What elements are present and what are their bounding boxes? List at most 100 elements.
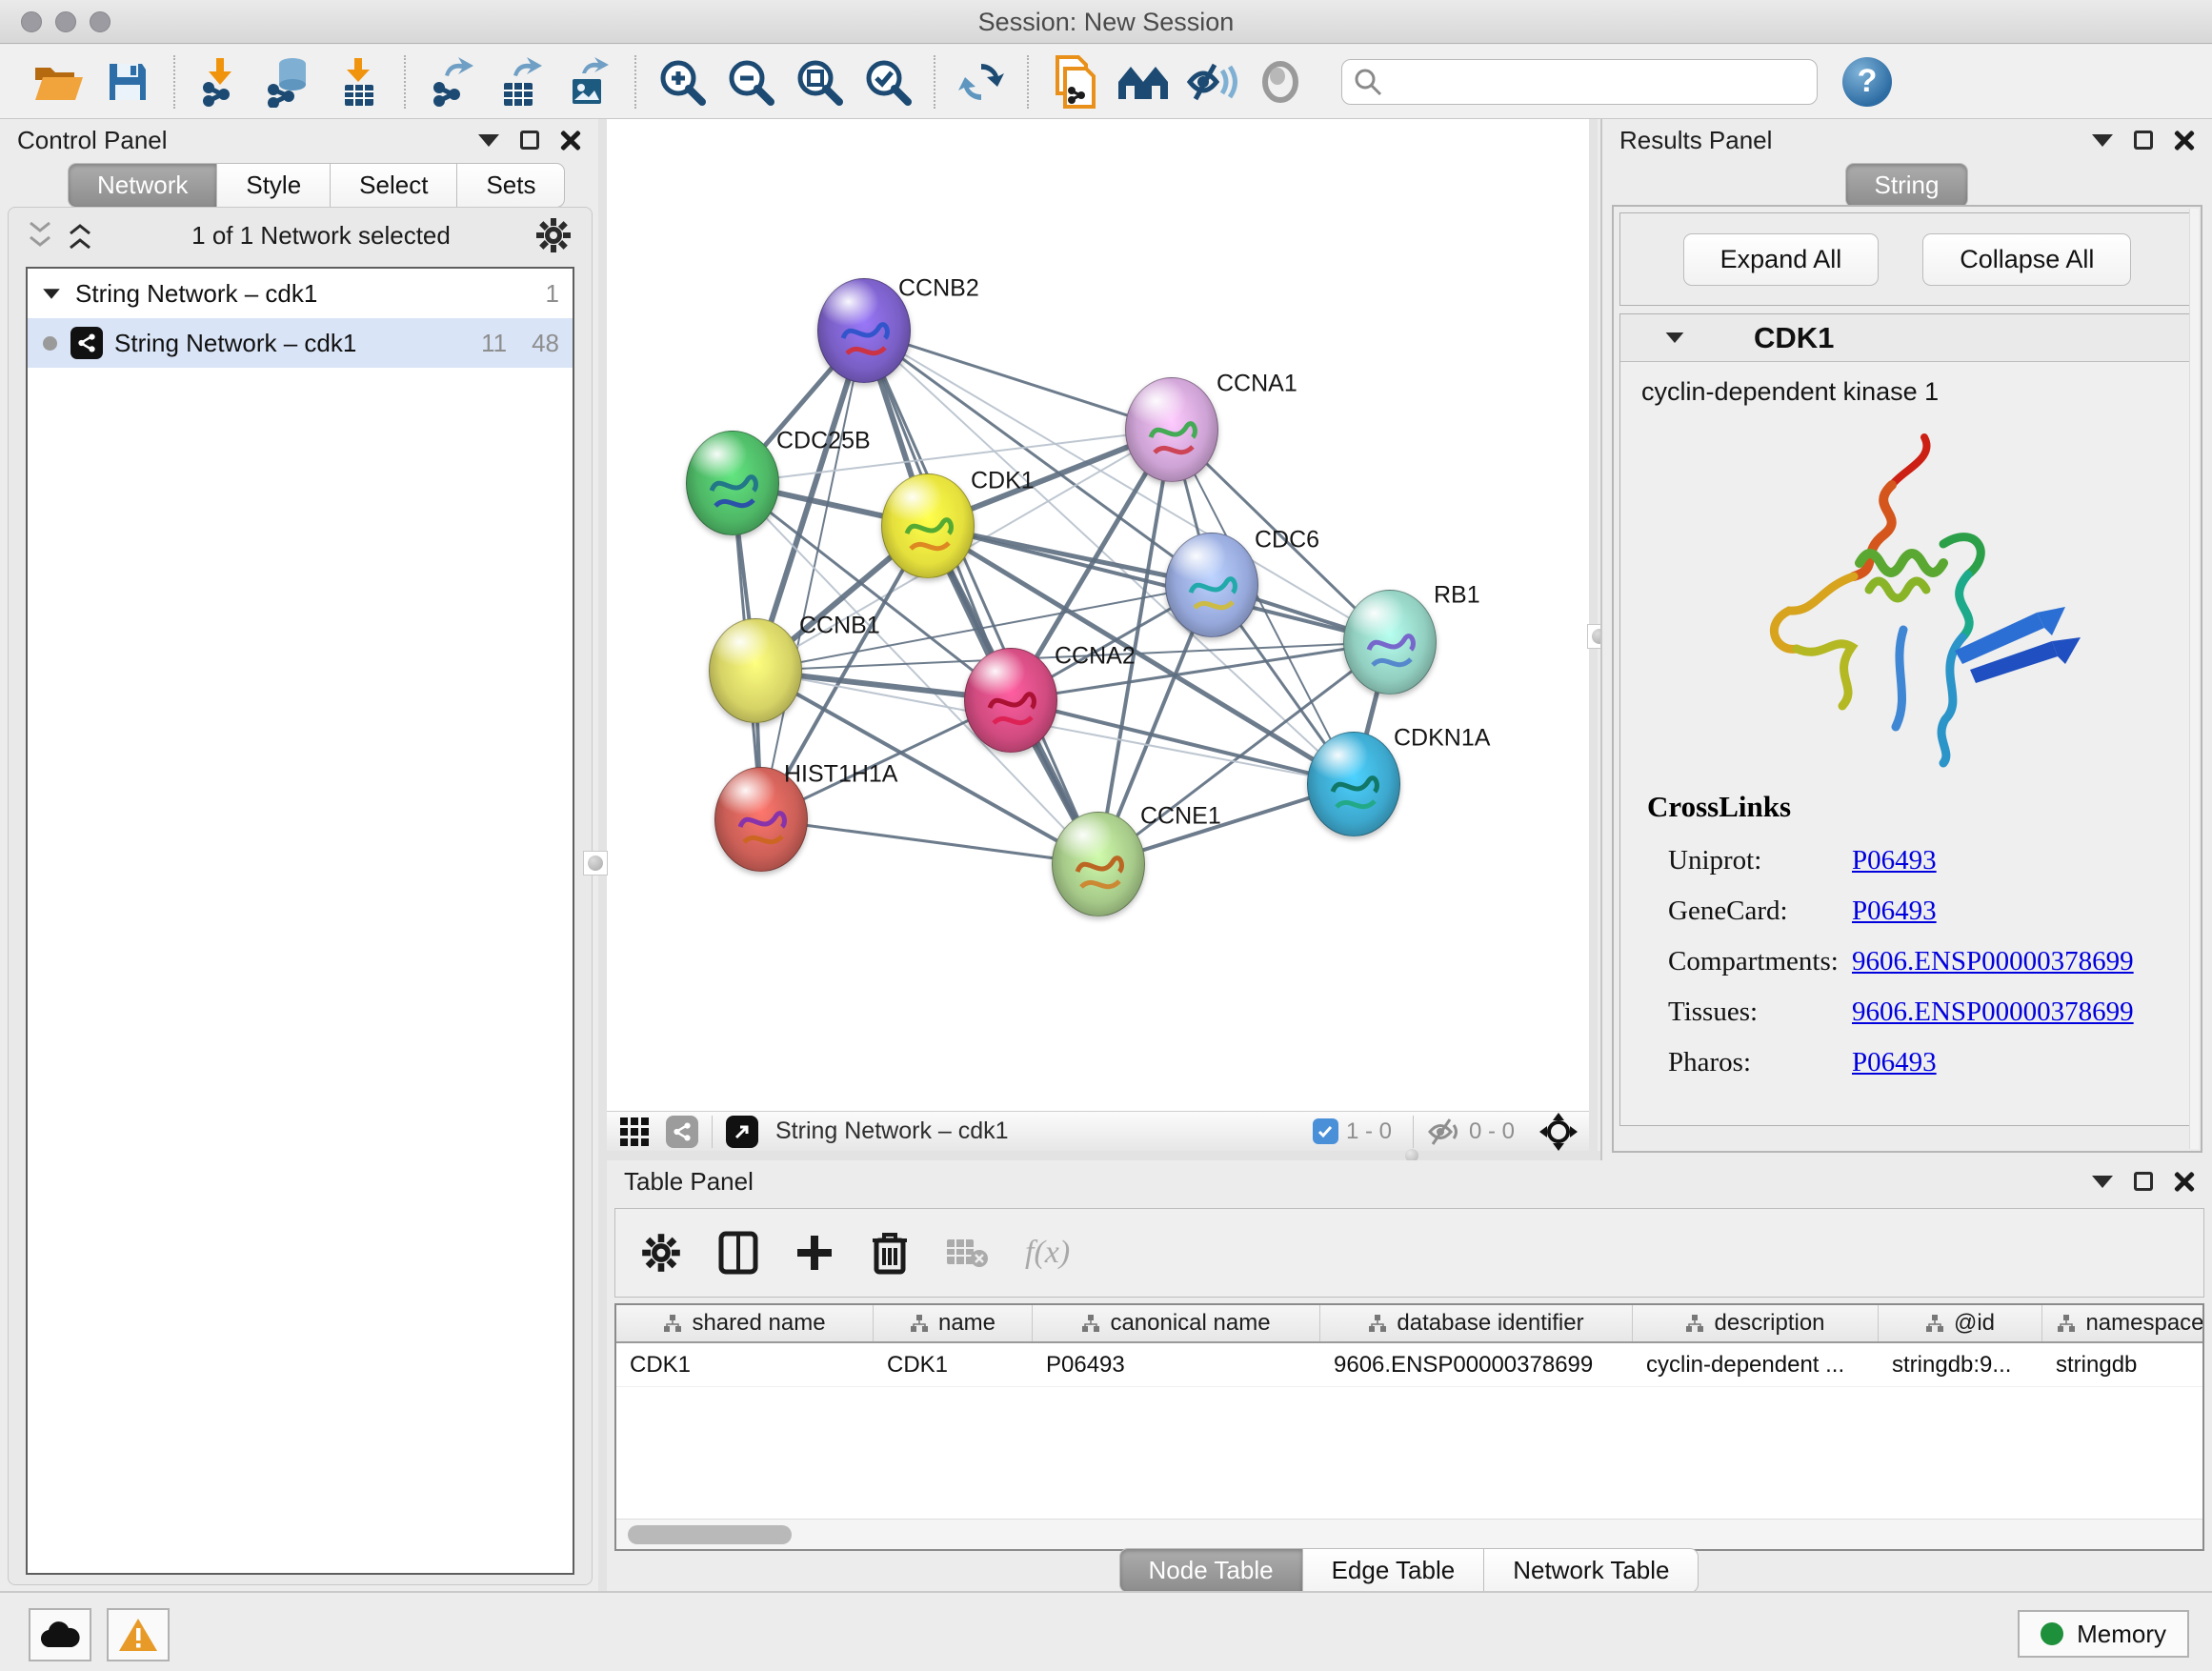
- panel-menu-icon[interactable]: [478, 134, 499, 147]
- gear-icon[interactable]: [534, 216, 573, 254]
- table-panel-title: Table Panel: [624, 1167, 754, 1197]
- left-splitter-handle[interactable]: [583, 851, 608, 876]
- export-image-icon: [565, 56, 613, 108]
- selected-checkbox-icon[interactable]: [1313, 1118, 1338, 1144]
- table-h-scroll-thumb[interactable]: [628, 1525, 792, 1544]
- column-header-shared-name[interactable]: shared name: [616, 1305, 874, 1341]
- column-header-description[interactable]: description: [1633, 1305, 1879, 1341]
- network-collection-row[interactable]: String Network – cdk1 1: [28, 269, 573, 318]
- tab-style[interactable]: Style: [216, 163, 331, 208]
- import-database-icon: [264, 56, 315, 108]
- tab-sets[interactable]: Sets: [456, 163, 565, 208]
- expand-all-button[interactable]: Expand All: [1683, 233, 1880, 286]
- network-node-ccne1[interactable]: [1052, 812, 1145, 916]
- panel-close-icon[interactable]: [2174, 130, 2195, 151]
- import-table-file-button[interactable]: [329, 52, 388, 111]
- hide-graphics-details-button[interactable]: [1182, 52, 1241, 111]
- birds-eye-view-icon[interactable]: [726, 1116, 758, 1148]
- node-table: shared namenamecanonical namedatabase id…: [614, 1303, 2204, 1551]
- table-cell[interactable]: CDK1: [874, 1343, 1033, 1386]
- table-cell[interactable]: CDK1: [616, 1343, 874, 1386]
- results-scrollbar[interactable]: [2189, 209, 2199, 1149]
- network-row-selected[interactable]: String Network – cdk1 11 48: [28, 318, 573, 368]
- panel-float-icon[interactable]: [2134, 131, 2153, 150]
- network-node-ccnb1[interactable]: [709, 618, 802, 723]
- export-image-button[interactable]: [559, 52, 618, 111]
- panel-menu-icon[interactable]: [2092, 1176, 2113, 1188]
- crosslink-link[interactable]: 9606.ENSP00000378699: [1852, 946, 2134, 977]
- node-label-cdkn1a: CDKN1A: [1394, 725, 1490, 753]
- cloud-button[interactable]: [29, 1608, 91, 1661]
- tab-network[interactable]: Network: [68, 163, 217, 208]
- collapse-all-button[interactable]: Collapse All: [1922, 233, 2131, 286]
- network-canvas[interactable]: CCNB2CCNA1CDC25BCDK1CDC6RB1CCNB1CCNA2CDK…: [607, 119, 1589, 1111]
- table-cell[interactable]: P06493: [1033, 1343, 1320, 1386]
- zoom-selected-button[interactable]: [858, 52, 917, 111]
- table-gear-icon[interactable]: [640, 1232, 682, 1274]
- tab-string[interactable]: String: [1845, 163, 1969, 208]
- tab-node-table[interactable]: Node Table: [1119, 1548, 1303, 1593]
- home-button[interactable]: [1114, 52, 1173, 111]
- save-session-button[interactable]: [98, 52, 157, 111]
- column-header-namespace[interactable]: namespace: [2042, 1305, 2204, 1341]
- warnings-button[interactable]: [107, 1608, 170, 1661]
- string-view-icon[interactable]: [666, 1116, 698, 1148]
- export-network-button[interactable]: [422, 52, 481, 111]
- gene-section-header[interactable]: CDK1: [1620, 314, 2194, 362]
- import-network-file-button[interactable]: [191, 52, 251, 111]
- zoom-in-button[interactable]: [653, 52, 712, 111]
- crosslink-link[interactable]: P06493: [1852, 845, 1937, 876]
- column-header-canonical-name[interactable]: canonical name: [1033, 1305, 1320, 1341]
- network-node-cdc6[interactable]: [1165, 533, 1258, 637]
- column-header-@id[interactable]: @id: [1879, 1305, 2042, 1341]
- crosslink-link[interactable]: P06493: [1852, 1047, 1937, 1078]
- fit-selected-crosshair-icon[interactable]: [1539, 1113, 1578, 1151]
- panel-close-icon[interactable]: [560, 130, 581, 151]
- import-network-icon: [197, 56, 245, 108]
- network-node-ccnb2[interactable]: [817, 278, 911, 383]
- panel-menu-icon[interactable]: [2092, 134, 2113, 147]
- column-header-name[interactable]: name: [874, 1305, 1033, 1341]
- panel-float-icon[interactable]: [2134, 1172, 2153, 1191]
- tree-expand-icon[interactable]: [43, 289, 60, 298]
- panel-float-icon[interactable]: [520, 131, 539, 150]
- crosslink-link[interactable]: P06493: [1852, 896, 1937, 927]
- network-node-cdc25b[interactable]: [686, 431, 779, 535]
- table-cell[interactable]: cyclin-dependent ...: [1633, 1343, 1879, 1386]
- network-node-cdkn1a[interactable]: [1307, 732, 1400, 836]
- network-node-cdk1[interactable]: [881, 473, 975, 578]
- search-input[interactable]: [1394, 69, 1817, 95]
- network-node-ccna2[interactable]: [964, 648, 1057, 753]
- section-collapse-icon[interactable]: [1666, 332, 1684, 343]
- tab-edge-table[interactable]: Edge Table: [1302, 1548, 1485, 1593]
- help-button[interactable]: ?: [1842, 57, 1892, 107]
- show-graphics-details-button[interactable]: [1251, 52, 1310, 111]
- column-header-database-identifier[interactable]: database identifier: [1320, 1305, 1633, 1341]
- delete-column-icon[interactable]: [871, 1231, 909, 1275]
- open-session-button[interactable]: [30, 52, 89, 111]
- memory-button[interactable]: Memory: [2018, 1610, 2189, 1658]
- tab-network-table[interactable]: Network Table: [1483, 1548, 1699, 1593]
- grid-view-icon[interactable]: [618, 1116, 651, 1148]
- zoom-out-button[interactable]: [721, 52, 780, 111]
- refresh-layout-button[interactable]: [952, 52, 1011, 111]
- clone-network-button[interactable]: [1045, 52, 1104, 111]
- crosslink-link[interactable]: 9606.ENSP00000378699: [1852, 997, 2134, 1028]
- collapse-all-networks-icon[interactable]: [28, 222, 52, 249]
- table-cell[interactable]: 9606.ENSP00000378699: [1320, 1343, 1633, 1386]
- table-cell[interactable]: stringdb: [2042, 1343, 2204, 1386]
- network-node-rb1[interactable]: [1343, 590, 1437, 695]
- tab-select[interactable]: Select: [330, 163, 457, 208]
- add-column-icon[interactable]: [794, 1233, 835, 1273]
- network-node-ccna1[interactable]: [1125, 377, 1218, 482]
- table-cell[interactable]: stringdb:9...: [1879, 1343, 2042, 1386]
- show-columns-icon[interactable]: [718, 1231, 758, 1275]
- node-structure-glyph: [1166, 534, 1259, 638]
- import-network-database-button[interactable]: [260, 52, 319, 111]
- search-icon: [1352, 66, 1384, 98]
- panel-close-icon[interactable]: [2174, 1171, 2195, 1192]
- expand-all-networks-icon[interactable]: [68, 222, 92, 249]
- table-row[interactable]: CDK1CDK1P064939606.ENSP00000378699cyclin…: [616, 1343, 2202, 1387]
- export-table-button[interactable]: [491, 52, 550, 111]
- zoom-fit-button[interactable]: [790, 52, 849, 111]
